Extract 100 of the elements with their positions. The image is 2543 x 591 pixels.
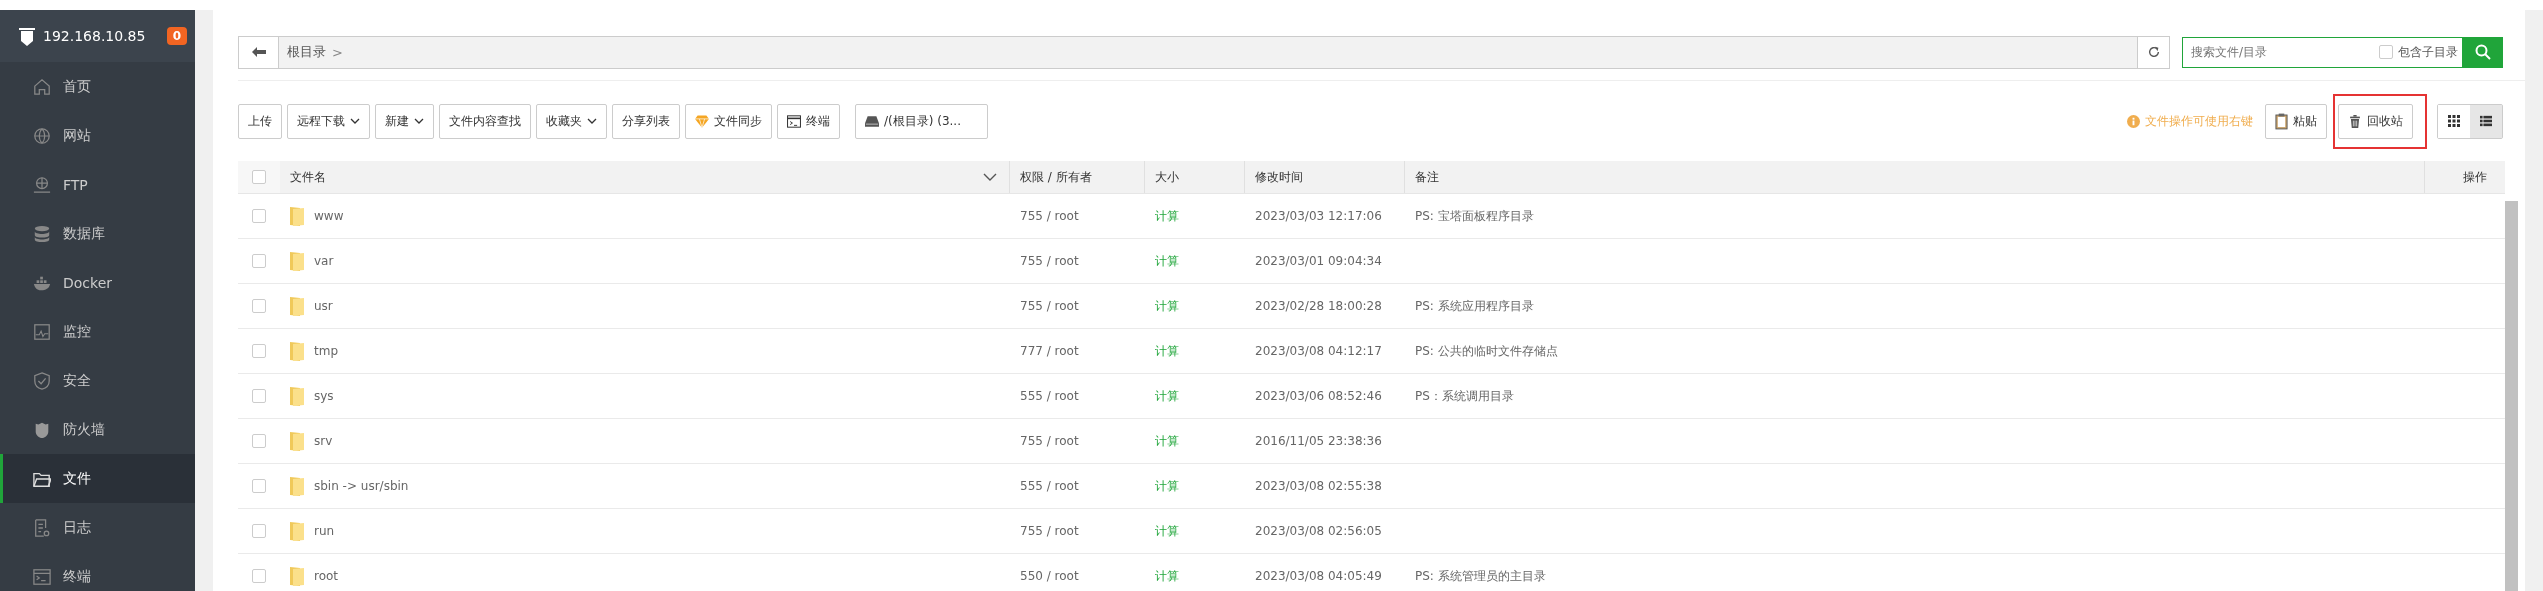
search-button[interactable] [2463,36,2503,68]
info-icon [2127,114,2140,128]
permission-owner[interactable]: 777 / root [1020,344,1079,358]
column-header[interactable]: 备注 [1415,168,1439,186]
file-name[interactable]: sys [314,389,334,403]
column-header[interactable]: 操作 [2463,168,2487,186]
modified-time: 2023/02/28 18:00:28 [1255,299,1382,313]
column-header[interactable]: 权限 / 所有者 [1020,168,1092,186]
search-field[interactable]: 搜索文件/目录 包含子目录 [2182,36,2463,68]
caret-icon [587,118,597,124]
row-checkbox[interactable] [252,209,266,223]
calculate-size-link[interactable]: 计算 [1155,477,1179,495]
row-checkbox[interactable] [252,434,266,448]
file-name[interactable]: run [314,524,335,538]
file-name[interactable]: sbin -> usr/sbin [314,479,409,493]
calculate-size-link[interactable]: 计算 [1155,342,1179,360]
permission-owner[interactable]: 755 / root [1020,434,1079,448]
hint-text: 文件操作可使用右键 [2145,112,2253,130]
sidebar-item[interactable]: 数据库 [0,209,195,258]
toolbar-button[interactable]: 分享列表 [612,103,680,139]
file-name[interactable]: srv [314,434,333,448]
recycle-bin-button[interactable]: 回收站 [2338,103,2413,139]
remark-text[interactable]: PS: 公共的临时文件存储点 [1415,342,1558,360]
caret-icon [350,118,360,124]
permission-owner[interactable]: 550 / root [1020,569,1079,583]
modified-time: 2023/03/08 04:12:17 [1255,344,1382,358]
back-button[interactable] [239,36,279,68]
shield-icon [33,371,51,390]
permission-owner[interactable]: 555 / root [1020,479,1079,493]
sidebar-item[interactable]: 首页 [0,62,195,111]
toolbar-button[interactable]: 上传 [238,103,282,139]
folder-icon [290,251,304,271]
sidebar-item[interactable]: 监控 [0,307,195,356]
permission-owner[interactable]: 755 / root [1020,299,1079,313]
folder-icon [290,476,304,496]
sidebar-item[interactable]: 文件 [0,454,195,503]
row-checkbox[interactable] [252,389,266,403]
home-icon [33,77,51,96]
scrollbar[interactable] [2505,201,2518,591]
caret-icon [414,118,424,124]
select-all-checkbox[interactable] [252,170,266,184]
column-header[interactable]: 大小 [1155,168,1179,186]
column-header[interactable]: 文件名 [290,168,326,186]
file-name[interactable]: usr [314,299,333,313]
row-checkbox[interactable] [252,299,266,313]
row-checkbox[interactable] [252,569,266,583]
calculate-size-link[interactable]: 计算 [1155,252,1179,270]
back-arrow-icon [251,45,266,59]
dropdown-button[interactable]: 新建 [375,103,434,139]
permission-owner[interactable]: 755 / root [1020,209,1079,223]
calculate-size-link[interactable]: 计算 [1155,207,1179,225]
file-name[interactable]: root [314,569,339,583]
sidebar-item[interactable]: 安全 [0,356,195,405]
sidebar-item[interactable]: 终端 [0,552,195,591]
row-checkbox[interactable] [252,479,266,493]
toolbar-button[interactable]: 终端 [777,103,840,139]
modified-time: 2023/03/08 04:05:49 [1255,569,1382,583]
remark-text[interactable]: PS: 系统管理员的主目录 [1415,567,1546,585]
sidebar-item[interactable]: 网站 [0,111,195,160]
list-view-icon [2480,115,2492,127]
calculate-size-link[interactable]: 计算 [1155,432,1179,450]
column-header[interactable]: 修改时间 [1255,168,1303,186]
modified-time: 2023/03/06 08:52:46 [1255,389,1382,403]
dropdown-button[interactable]: 远程下载 [287,103,370,139]
sidebar-item[interactable]: Docker [0,258,195,307]
calculate-size-link[interactable]: 计算 [1155,297,1179,315]
list-view-button[interactable] [2470,104,2502,138]
permission-owner[interactable]: 755 / root [1020,524,1079,538]
path-bar[interactable]: 根目录 > [238,35,2170,69]
folder-icon [290,296,304,316]
toolbar-button[interactable]: 文件内容查找 [439,103,531,139]
remark-text[interactable]: PS: 宝塔面板程序目录 [1415,207,1534,225]
calculate-size-link[interactable]: 计算 [1155,387,1179,405]
file-name[interactable]: www [314,209,344,223]
sort-caret-icon[interactable] [983,173,997,181]
clipboard-icon [2275,112,2288,130]
permission-owner[interactable]: 755 / root [1020,254,1079,268]
row-checkbox[interactable] [252,344,266,358]
toolbar-button[interactable]: 文件同步 [685,103,772,139]
checkbox-label[interactable]: 包含子目录 [2398,43,2458,61]
permission-owner[interactable]: 555 / root [1020,389,1079,403]
remark-text[interactable]: PS: 系统应用程序目录 [1415,297,1534,315]
toolbar-button[interactable]: /(根目录) (3... [855,103,988,139]
sidebar-item[interactable]: FTP [0,160,195,209]
refresh-button[interactable] [2137,36,2169,68]
modified-time: 2023/03/01 09:04:34 [1255,254,1382,268]
file-name[interactable]: tmp [314,344,338,358]
breadcrumb-item[interactable]: 根目录 [279,43,332,61]
checkbox[interactable] [2379,45,2393,59]
file-name[interactable]: var [314,254,334,268]
paste-button[interactable]: 粘贴 [2265,103,2327,139]
calculate-size-link[interactable]: 计算 [1155,522,1179,540]
row-checkbox[interactable] [252,254,266,268]
remark-text[interactable]: PS：系统调用目录 [1415,387,1514,405]
sidebar-item[interactable]: 防火墙 [0,405,195,454]
sidebar-item[interactable]: 日志 [0,503,195,552]
calculate-size-link[interactable]: 计算 [1155,567,1179,585]
dropdown-button[interactable]: 收藏夹 [536,103,607,139]
row-checkbox[interactable] [252,524,266,538]
drive-icon [865,114,879,128]
